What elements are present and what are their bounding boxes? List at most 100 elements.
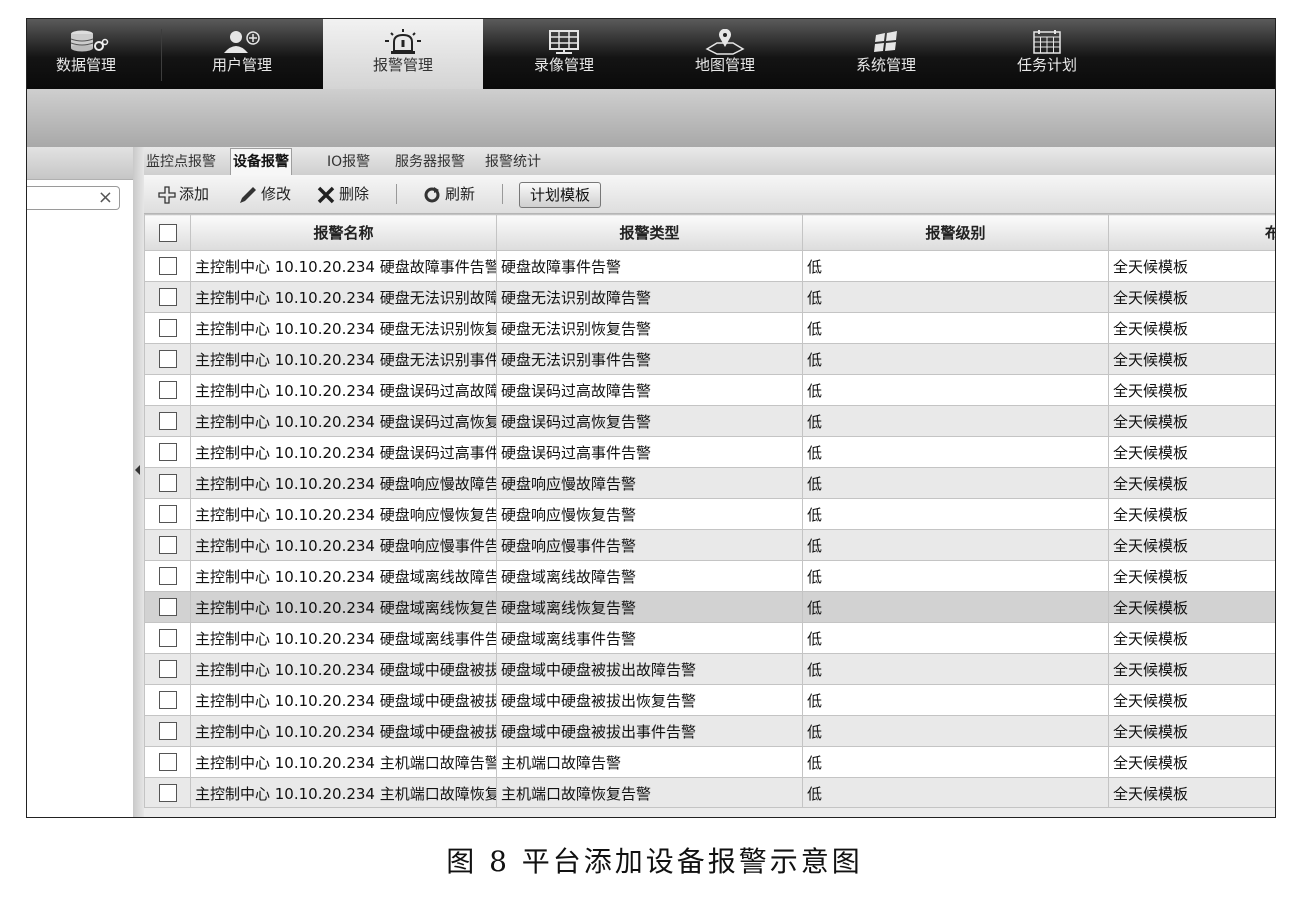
row-checkbox[interactable] xyxy=(158,350,177,369)
table-row[interactable]: 主控制中心 10.10.20.234 硬盘域中硬盘被拔出故障告警硬盘域中硬盘被拔… xyxy=(144,653,1275,685)
add-button[interactable]: 添加 xyxy=(158,175,209,213)
top-navigation: 数据管理 用户管理 报警管理 录像管理 地图管理 系统管理 任务计划 xyxy=(27,19,1275,89)
table-row[interactable]: 主控制中心 10.10.20.234 硬盘域离线事件告警 硬盘域离线事件告警低全天… xyxy=(144,622,1275,654)
nav-system-management[interactable]: 系统管理 xyxy=(806,19,966,89)
cell-alarm-type: 主机端口故障恢复告警 xyxy=(496,777,803,809)
cell-alarm-level: 低 xyxy=(802,529,1109,561)
cell-schedule: 全天候模板 xyxy=(1108,281,1275,313)
nav-label: 地图管理 xyxy=(694,56,755,74)
row-checkbox[interactable] xyxy=(158,381,177,400)
cell-schedule: 全天候模板 xyxy=(1108,684,1275,716)
table-row[interactable]: 主控制中心 10.10.20.234 硬盘响应慢故障告警 硬盘响应慢故障告警低全天… xyxy=(144,467,1275,499)
pagination-bar xyxy=(144,807,1275,817)
cell-schedule: 全天候模板 xyxy=(1108,715,1275,747)
tab-device-alarm[interactable]: 设备报警 xyxy=(230,148,292,175)
cell-schedule: 全天候模板 xyxy=(1108,529,1275,561)
table-header-row: 报警名称 报警类型 报警级别 布防时 xyxy=(144,214,1275,251)
row-checkbox[interactable] xyxy=(158,660,177,679)
table-row[interactable]: 主控制中心 10.10.20.234 硬盘无法识别故障告警 硬盘无法识别故障告警低… xyxy=(144,281,1275,313)
cell-alarm-type: 硬盘误码过高恢复告警 xyxy=(496,405,803,437)
row-checkbox[interactable] xyxy=(158,412,177,431)
table-row[interactable]: 主控制中心 10.10.20.234 硬盘域离线恢复告警 硬盘域离线恢复告警低全天… xyxy=(144,591,1275,623)
row-checkbox[interactable] xyxy=(158,474,177,493)
row-checkbox[interactable] xyxy=(158,288,177,307)
tab-monitor-point-alarm[interactable]: 监控点报警 xyxy=(144,149,218,175)
nav-map-management[interactable]: 地图管理 xyxy=(645,19,805,89)
cell-alarm-level: 低 xyxy=(802,436,1109,468)
column-header[interactable]: 报警级别 xyxy=(802,214,1109,251)
table-row[interactable]: 主控制中心 10.10.20.234 主机端口故障恢复告警 主机端口故障恢复告警低… xyxy=(144,777,1275,809)
alarm-tabs: 监控点报警 设备报警 IO报警 服务器报警 报警统计 xyxy=(144,147,1275,175)
edit-button[interactable]: 修改 xyxy=(238,175,291,213)
row-checkbox[interactable] xyxy=(158,536,177,555)
cell-alarm-name: 主控制中心 10.10.20.234 硬盘无法识别故障告警 xyxy=(190,281,497,313)
refresh-label: 刷新 xyxy=(445,185,476,203)
row-checkbox[interactable] xyxy=(158,784,177,803)
tab-server-alarm[interactable]: 服务器报警 xyxy=(393,149,467,175)
nav-user-management[interactable]: 用户管理 xyxy=(162,19,322,89)
tree-search-input[interactable]: × xyxy=(27,186,120,210)
table-row[interactable]: 主控制中心 10.10.20.234 硬盘误码过高恢复告警 硬盘误码过高恢复告警低… xyxy=(144,405,1275,437)
table-row[interactable]: 主控制中心 10.10.20.234 硬盘误码过高事件告警 硬盘误码过高事件告警低… xyxy=(144,436,1275,468)
nav-alarm-management[interactable]: 报警管理 xyxy=(323,19,483,89)
table-row[interactable]: 主控制中心 10.10.20.234 硬盘响应慢恢复告警 硬盘响应慢恢复告警低全天… xyxy=(144,498,1275,530)
cell-alarm-name: 主控制中心 10.10.20.234 硬盘域中硬盘被拔出故障告警 xyxy=(190,653,497,685)
cell-schedule: 全天候模板 xyxy=(1108,560,1275,592)
table-row[interactable]: 主控制中心 10.10.20.234 硬盘域中硬盘被拔出恢复告警硬盘域中硬盘被拔… xyxy=(144,684,1275,716)
row-checkbox[interactable] xyxy=(158,722,177,741)
cell-alarm-name: 主控制中心 10.10.20.234 硬盘响应慢恢复告警 xyxy=(190,498,497,530)
row-checkbox[interactable] xyxy=(158,629,177,648)
row-checkbox[interactable] xyxy=(158,691,177,710)
cell-schedule: 全天候模板 xyxy=(1108,312,1275,344)
add-label: 添加 xyxy=(179,185,210,203)
cell-schedule: 全天候模板 xyxy=(1108,777,1275,809)
column-header[interactable]: 报警类型 xyxy=(496,214,803,251)
collapse-arrow-icon[interactable] xyxy=(135,465,140,475)
table-row[interactable]: 主控制中心 10.10.20.234 硬盘域离线故障告警 硬盘域离线故障告警低全天… xyxy=(144,560,1275,592)
table-row[interactable]: 主控制中心 10.10.20.234 硬盘故障事件告警 硬盘故障事件告警低全天候模… xyxy=(144,250,1275,282)
delete-button[interactable]: 删除 xyxy=(316,175,369,213)
cell-alarm-type: 硬盘误码过高故障告警 xyxy=(496,374,803,406)
cell-alarm-level: 低 xyxy=(802,343,1109,375)
select-all-checkbox[interactable] xyxy=(158,223,177,242)
cell-schedule: 全天候模板 xyxy=(1108,746,1275,778)
clear-search-icon[interactable]: × xyxy=(98,187,113,209)
database-settings-icon xyxy=(27,19,145,55)
nav-data-management[interactable]: 数据管理 xyxy=(27,19,145,89)
toolbar-divider xyxy=(396,184,397,204)
tab-alarm-statistics[interactable]: 报警统计 xyxy=(483,149,543,175)
table-row[interactable]: 主控制中心 10.10.20.234 主机端口故障告警 主机端口故障告警低全天候模… xyxy=(144,746,1275,778)
table-row[interactable]: 主控制中心 10.10.20.234 硬盘无法识别事件告警 硬盘无法识别事件告警低… xyxy=(144,343,1275,375)
cell-alarm-type: 硬盘误码过高事件告警 xyxy=(496,436,803,468)
row-checkbox[interactable] xyxy=(158,598,177,617)
cell-schedule: 全天候模板 xyxy=(1108,374,1275,406)
cell-alarm-level: 低 xyxy=(802,281,1109,313)
row-checkbox[interactable] xyxy=(158,443,177,462)
delete-label: 删除 xyxy=(339,185,370,203)
row-checkbox[interactable] xyxy=(158,257,177,276)
row-checkbox[interactable] xyxy=(158,567,177,586)
column-header[interactable]: 布防时 xyxy=(1108,214,1275,251)
row-checkbox[interactable] xyxy=(158,319,177,338)
row-checkbox[interactable] xyxy=(158,753,177,772)
row-checkbox-cell xyxy=(144,560,191,592)
table-row[interactable]: 主控制中心 10.10.20.234 硬盘域中硬盘被拔出事件告警硬盘域中硬盘被拔… xyxy=(144,715,1275,747)
row-checkbox-cell xyxy=(144,498,191,530)
cell-schedule: 全天候模板 xyxy=(1108,591,1275,623)
nav-label: 报警管理 xyxy=(372,56,433,74)
column-header[interactable]: 报警名称 xyxy=(190,214,497,251)
table-row[interactable]: 主控制中心 10.10.20.234 硬盘误码过高故障告警 硬盘误码过高故障告警低… xyxy=(144,374,1275,406)
table-row[interactable]: 主控制中心 10.10.20.234 硬盘无法识别恢复告警 硬盘无法识别恢复告警低… xyxy=(144,312,1275,344)
table-row[interactable]: 主控制中心 10.10.20.234 硬盘响应慢事件告警 硬盘响应慢事件告警低全天… xyxy=(144,529,1275,561)
cell-alarm-level: 低 xyxy=(802,250,1109,282)
nav-task-schedule[interactable]: 任务计划 xyxy=(967,19,1127,89)
refresh-button[interactable]: 刷新 xyxy=(422,175,475,213)
nav-recording-management[interactable]: 录像管理 xyxy=(484,19,644,89)
tab-io-alarm[interactable]: IO报警 xyxy=(325,149,372,175)
row-checkbox-cell xyxy=(144,746,191,778)
cell-alarm-type: 硬盘域离线事件告警 xyxy=(496,622,803,654)
plan-template-button[interactable]: 计划模板 xyxy=(519,182,602,208)
row-checkbox[interactable] xyxy=(158,505,177,524)
cell-alarm-type: 硬盘域中硬盘被拔出恢复告警 xyxy=(496,684,803,716)
row-checkbox-cell xyxy=(144,529,191,561)
